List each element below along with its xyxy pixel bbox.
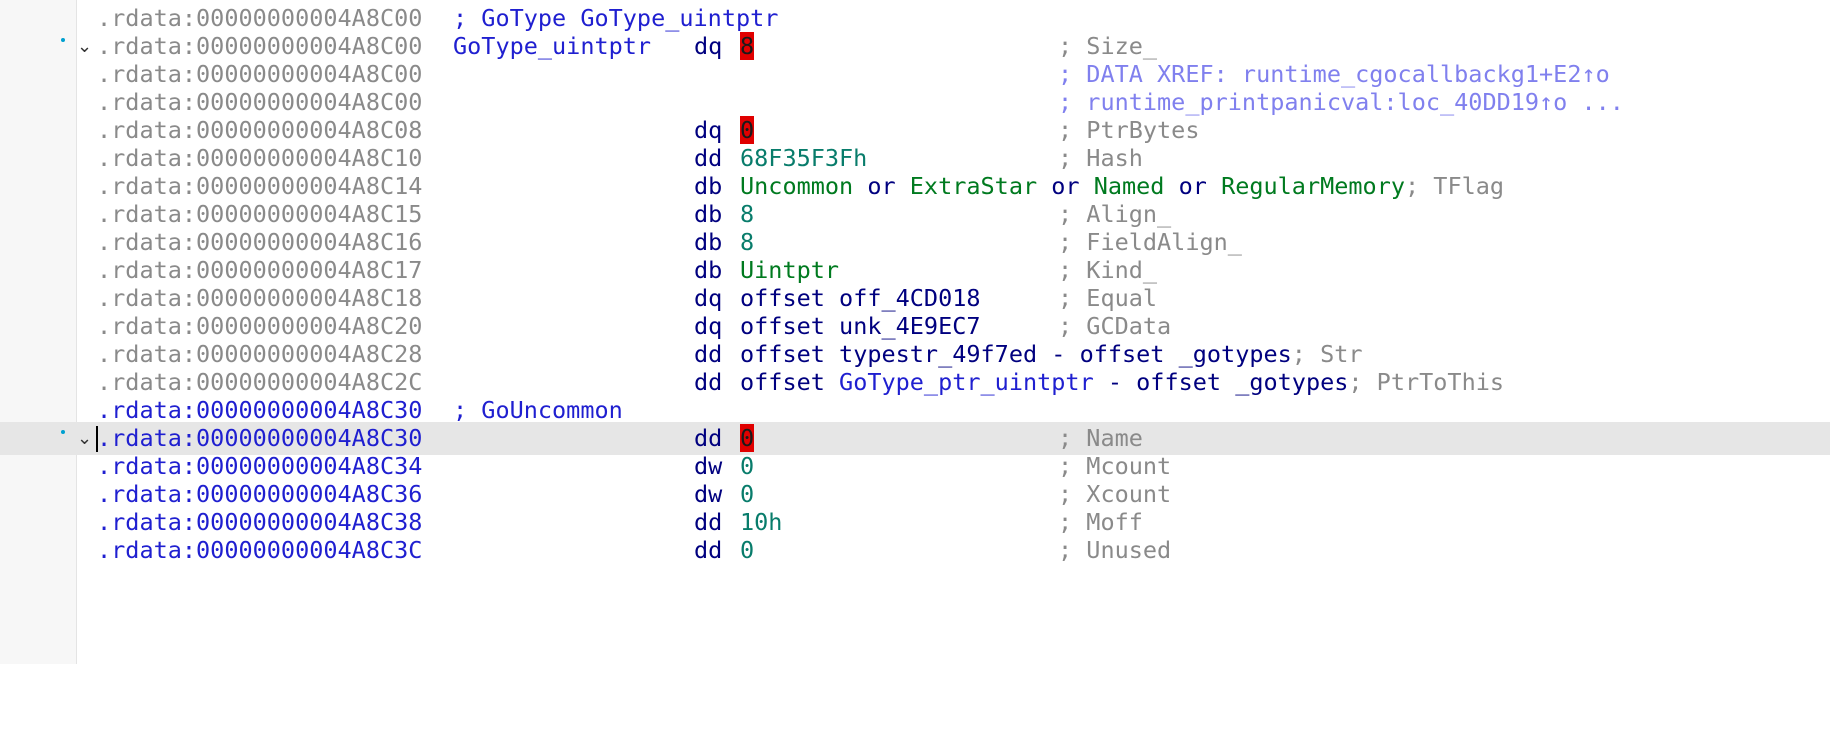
offset-keyword: offset [740, 368, 840, 396]
offset-keyword: - offset [1037, 340, 1179, 368]
symbol-reference[interactable]: unk_4E9EC7 [839, 312, 980, 340]
offset-keyword: offset [740, 312, 840, 340]
offset-keyword: offset [740, 284, 840, 312]
enum-member[interactable]: Uncommon [740, 172, 853, 200]
offset-keyword: offset [740, 340, 840, 368]
symbol-reference[interactable]: _gotypes [1235, 368, 1348, 396]
mnemonic: dd [694, 536, 723, 564]
operand-value: 0 [740, 424, 755, 452]
operator: or [1164, 172, 1222, 200]
symbol-reference[interactable]: GoType_ptr_uintptr [839, 368, 1094, 396]
operator: or [1037, 172, 1094, 200]
comment: ; PtrToThis [1348, 368, 1505, 396]
disassembly-view[interactable]: .rdata:00000000004A8C00 ; GoType GoType_… [0, 0, 1830, 664]
enum-member[interactable]: Named [1094, 172, 1165, 200]
comment: ; Str [1291, 340, 1363, 368]
breakpoint-dot-icon [61, 430, 65, 434]
comment: ; Unused [1058, 536, 1172, 564]
address: .rdata:00000000004A8C3C [97, 536, 423, 564]
symbol-reference[interactable]: off_4CD018 [839, 284, 980, 312]
operand-value: 0 [740, 116, 755, 144]
enum-member[interactable]: ExtraStar [910, 172, 1037, 200]
comment: ; TFlag [1405, 172, 1505, 200]
offset-keyword: - offset [1093, 368, 1236, 396]
listing-row[interactable]: .rdata:00000000004A8C3C dd 0 ; Unused [0, 534, 1830, 567]
enum-member[interactable]: RegularMemory [1221, 172, 1405, 200]
symbol-reference[interactable]: _gotypes [1179, 340, 1292, 368]
operator: or [853, 172, 910, 200]
operand-value: 0 [740, 536, 755, 564]
operand-value: 8 [740, 32, 755, 60]
symbol-reference[interactable]: typestr_49f7ed [839, 340, 1037, 368]
breakpoint-dot-icon [61, 38, 65, 42]
